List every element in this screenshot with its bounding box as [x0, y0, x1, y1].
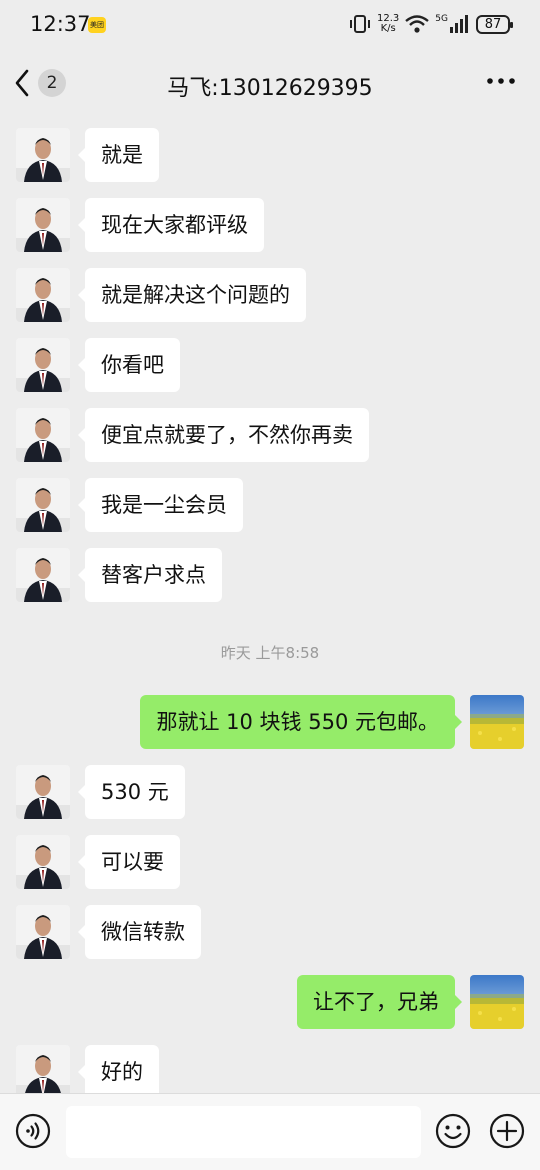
contact-avatar[interactable] [16, 548, 70, 602]
contact-avatar[interactable] [16, 1045, 70, 1093]
contact-avatar-image [16, 128, 70, 182]
contact-avatar[interactable] [16, 198, 70, 252]
message-bubble[interactable]: 你看吧 [78, 338, 180, 392]
contact-avatar[interactable] [16, 338, 70, 392]
contact-avatar[interactable] [16, 835, 70, 889]
input-bar [0, 1093, 540, 1170]
contact-avatar-image [16, 478, 70, 532]
contact-avatar[interactable] [16, 765, 70, 819]
message-bubble[interactable]: 就是解决这个问题的 [78, 268, 306, 322]
contact-avatar-image [16, 408, 70, 462]
emoji-button[interactable] [435, 1113, 471, 1149]
emoji-icon [435, 1113, 471, 1149]
message-bubble[interactable]: 便宜点就要了，不然你再卖 [78, 408, 369, 462]
message-bubble[interactable]: 那就让 10 块钱 550 元包邮。 [140, 695, 462, 749]
contact-avatar-image [16, 268, 70, 322]
more-button[interactable] [486, 66, 516, 100]
signal-icon [450, 15, 468, 33]
vibrate-icon [350, 15, 371, 33]
self-avatar[interactable] [470, 695, 524, 749]
self-avatar-image [470, 975, 524, 1029]
battery-indicator: 87 [476, 14, 513, 34]
contact-avatar-image [16, 198, 70, 252]
status-indicators: 12.3 K/s 5G 87 [349, 14, 513, 34]
voice-icon [15, 1113, 51, 1149]
chat-header: 2 马飞:13012629395 [0, 52, 540, 118]
meituan-app-icon: 美团 [88, 17, 106, 33]
timestamp-separator: 昨天 上午8:58 [220, 644, 320, 662]
message-bubble[interactable]: 530 元 [78, 765, 185, 819]
contact-avatar[interactable] [16, 905, 70, 959]
chat-title: 马飞:13012629395 [167, 76, 373, 101]
wifi-icon [405, 15, 430, 33]
voice-button[interactable] [15, 1113, 51, 1149]
message-bubble[interactable]: 好的 [78, 1045, 159, 1093]
message-bubble[interactable]: 就是 [78, 128, 159, 182]
message-bubble[interactable]: 让不了，兄弟 [297, 975, 462, 1029]
plus-icon [489, 1113, 525, 1149]
message-list[interactable]: 就是 现在大家都评级 就是解决这个问题的 你看吧 便宜点就要了，不然你再卖 我是… [0, 118, 540, 1093]
contact-avatar-image [16, 548, 70, 602]
contact-avatar[interactable] [16, 478, 70, 532]
network-speed-unit: K/s [380, 23, 396, 34]
message-bubble[interactable]: 替客户求点 [78, 548, 222, 602]
status-time: 12:37 [30, 12, 91, 36]
more-functions-button[interactable] [489, 1113, 525, 1149]
message-bubble[interactable]: 现在大家都评级 [78, 198, 264, 252]
contact-avatar-image [16, 765, 70, 819]
contact-avatar-image [16, 835, 70, 889]
contact-avatar[interactable] [16, 268, 70, 322]
message-bubble[interactable]: 我是一尘会员 [78, 478, 243, 532]
contact-avatar-image [16, 338, 70, 392]
contact-avatar[interactable] [16, 128, 70, 182]
message-bubble[interactable]: 可以要 [78, 835, 180, 889]
message-input[interactable] [66, 1106, 421, 1158]
contact-avatar-image [16, 1045, 70, 1093]
network-speed: 12.3 K/s [377, 14, 399, 34]
contact-avatar[interactable] [16, 408, 70, 462]
message-bubble[interactable]: 微信转款 [78, 905, 201, 959]
self-avatar-image [470, 695, 524, 749]
status-bar: 12:37 美团 12.3 K/s 5G 87 [0, 0, 540, 52]
contact-avatar-image [16, 905, 70, 959]
network-type: 5G [435, 14, 448, 24]
cellular-signal: 5G [435, 15, 470, 33]
more-dots-icon [487, 78, 515, 84]
self-avatar[interactable] [470, 975, 524, 1029]
